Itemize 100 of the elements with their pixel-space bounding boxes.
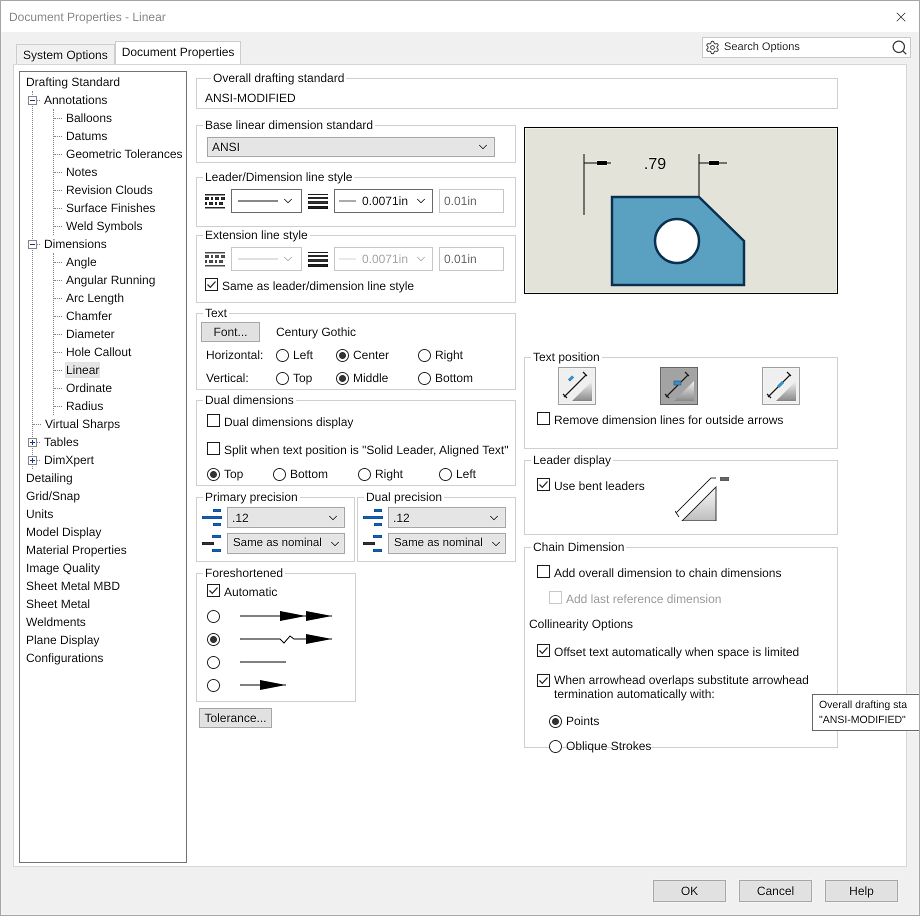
radio-button[interactable] — [549, 714, 562, 728]
radio-label: Center — [353, 347, 390, 364]
radio-label: Top — [293, 370, 312, 387]
tree-item[interactable]: Arc Length — [65, 290, 126, 306]
dialog-button[interactable]: Help — [825, 880, 898, 902]
dimension-end-drawing — [240, 678, 286, 692]
tolerance-dropdown[interactable]: Same as nominal — [388, 533, 506, 554]
tree-item[interactable]: Revision Clouds — [65, 182, 154, 198]
precision-dropdown[interactable]: .12 — [388, 507, 506, 528]
group-title: Leader/Dimension line style — [204, 170, 354, 184]
tree-item[interactable]: Balloons — [65, 110, 114, 126]
tree-item[interactable]: Geometric Tolerances — [65, 146, 184, 162]
text-position-button[interactable] — [558, 367, 596, 405]
tree-item[interactable]: Drafting Standard — [25, 74, 122, 90]
line-thickness-dropdown[interactable]: 0.0071in — [334, 189, 433, 213]
tab[interactable]: System Options — [16, 44, 115, 64]
tree-item[interactable]: Ordinate — [65, 380, 114, 396]
expand-toggle[interactable] — [28, 456, 37, 464]
checkbox[interactable] — [207, 442, 220, 455]
radio-label: Top — [224, 466, 244, 483]
search-icon — [891, 39, 908, 56]
tree-item[interactable]: Material Properties — [25, 542, 128, 558]
bent-leader-drawing — [674, 477, 731, 521]
tolerance-dropdown[interactable]: Same as nominal — [227, 533, 345, 554]
checkbox[interactable] — [537, 478, 550, 491]
radio-button[interactable] — [207, 678, 220, 692]
checkbox[interactable] — [537, 644, 550, 657]
line-pattern-icon — [205, 193, 225, 209]
tree-item[interactable]: Angular Running — [65, 272, 156, 288]
checkbox[interactable] — [537, 674, 550, 687]
radio-button[interactable] — [273, 468, 286, 480]
dimension-text: .79 — [644, 156, 666, 173]
radio-button[interactable] — [358, 468, 371, 480]
tree-item[interactable]: Image Quality — [25, 560, 102, 576]
settings-icon — [705, 40, 720, 55]
tree-item[interactable]: Notes — [65, 164, 98, 180]
radio-button[interactable] — [336, 348, 349, 362]
dimension-text-icon — [560, 369, 594, 403]
checkbox[interactable] — [207, 414, 220, 427]
text-position-button[interactable] — [660, 367, 698, 405]
expand-toggle[interactable] — [28, 438, 37, 446]
tree-item[interactable]: Units — [25, 506, 54, 522]
radio-button[interactable] — [207, 656, 220, 668]
tree-item[interactable]: Virtual Sharps — [44, 416, 122, 432]
checkbox[interactable] — [205, 278, 218, 291]
radio-button[interactable] — [418, 372, 431, 384]
tree-item[interactable]: Tables — [43, 434, 80, 450]
tree-item[interactable]: Grid/Snap — [25, 488, 82, 504]
search-field[interactable]: Search Options — [702, 37, 911, 58]
dimension-text-icon — [764, 369, 798, 403]
tree-item[interactable]: Configurations — [25, 650, 104, 666]
tree-item[interactable]: Surface Finishes — [65, 200, 156, 216]
radio-button[interactable] — [207, 468, 220, 480]
line-style-dropdown[interactable] — [231, 189, 302, 213]
tree-item[interactable]: Annotations — [43, 92, 108, 108]
font-button[interactable]: Font... — [201, 322, 260, 342]
checkbox-label: Remove dimension lines for outside arrows — [554, 412, 784, 429]
dialog-button[interactable]: Cancel — [739, 880, 812, 902]
tree-item[interactable]: Chamfer — [65, 308, 114, 324]
line-width-field[interactable]: 0.01in — [439, 189, 504, 213]
tab[interactable]: Document Properties — [114, 41, 242, 64]
radio-button[interactable] — [418, 348, 431, 362]
radio-label: Right — [375, 466, 404, 483]
standard-dropdown[interactable]: ANSI — [207, 137, 495, 157]
font-name: Century Gothic — [276, 324, 356, 341]
tree-item[interactable]: Radius — [65, 398, 104, 414]
checkbox[interactable] — [537, 412, 550, 425]
tree-item[interactable]: Model Display — [25, 524, 102, 540]
tree-item[interactable]: DimXpert — [43, 452, 96, 468]
radio-button[interactable] — [276, 372, 289, 384]
expand-toggle[interactable] — [28, 96, 37, 104]
radio-button[interactable] — [276, 348, 289, 362]
tree-item[interactable]: Dimensions — [43, 236, 108, 252]
tree-item[interactable]: Sheet Metal — [25, 596, 92, 612]
tree-item[interactable]: Hole Callout — [65, 344, 132, 360]
dialog-button[interactable]: OK — [653, 880, 726, 902]
tree-item[interactable]: Diameter — [65, 326, 116, 342]
tree-item[interactable]: Angle — [65, 254, 98, 270]
radio-label: Left — [456, 466, 476, 483]
checkbox[interactable] — [207, 584, 220, 597]
alignment-label: Horizontal: — [206, 347, 264, 364]
tree-item[interactable]: Weldments — [25, 614, 87, 630]
radio-button[interactable] — [439, 468, 452, 480]
radio-button[interactable] — [207, 610, 220, 622]
tree-item[interactable]: Datums — [65, 128, 108, 144]
radio-button[interactable] — [336, 372, 349, 384]
tree-item[interactable]: Weld Symbols — [65, 218, 144, 234]
group-title: Leader display — [532, 453, 612, 467]
text-position-button[interactable] — [762, 367, 800, 405]
tree-item[interactable]: Linear — [65, 362, 100, 378]
solid-line-icon — [238, 199, 278, 203]
radio-button[interactable] — [549, 740, 562, 752]
expand-toggle[interactable] — [28, 240, 37, 248]
tree-item[interactable]: Plane Display — [25, 632, 100, 648]
tree-item[interactable]: Sheet Metal MBD — [25, 578, 122, 594]
checkbox[interactable] — [537, 565, 550, 578]
tolerance-button[interactable]: Tolerance... — [199, 708, 272, 728]
tree-item[interactable]: Detailing — [25, 470, 74, 486]
radio-button[interactable] — [207, 632, 220, 646]
precision-dropdown[interactable]: .12 — [227, 507, 345, 528]
